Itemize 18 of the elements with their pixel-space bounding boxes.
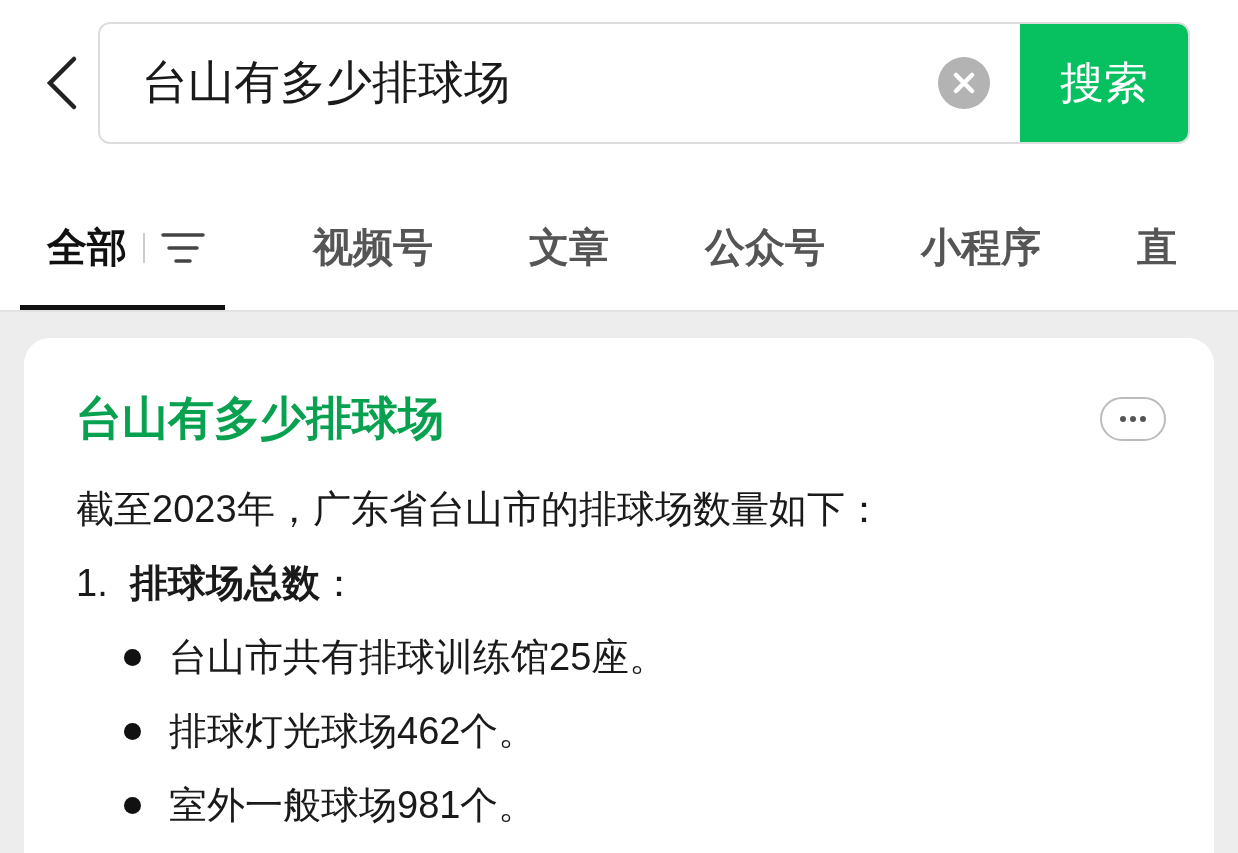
bullet-icon xyxy=(124,722,141,740)
tab[interactable]: 小程序 xyxy=(921,190,1041,310)
tab[interactable]: 公众号 xyxy=(705,190,825,310)
bullet-icon xyxy=(124,796,141,814)
tab[interactable]: 文章 xyxy=(529,190,609,310)
bullet-text: 台山市共有排球训练馆25座。 xyxy=(169,635,668,680)
section-heading: 排球场总数： xyxy=(129,561,358,606)
tab[interactable]: 视频号 xyxy=(313,190,433,310)
intro-text: 截至2023年，广东省台山市的排球场数量如下： xyxy=(76,487,884,532)
back-icon[interactable] xyxy=(44,55,78,111)
tab[interactable]: 直 xyxy=(1137,190,1177,310)
bullet-text: 室外一般球场981个。 xyxy=(169,783,537,828)
bullet-icon xyxy=(124,648,141,666)
bullet-text: 排球灯光球场462个。 xyxy=(169,709,537,754)
filter-icon[interactable] xyxy=(161,230,205,265)
search-query: 台山有多少排球场 xyxy=(141,55,511,110)
more-icon[interactable] xyxy=(1100,397,1166,441)
list-number: 1. xyxy=(76,561,108,606)
